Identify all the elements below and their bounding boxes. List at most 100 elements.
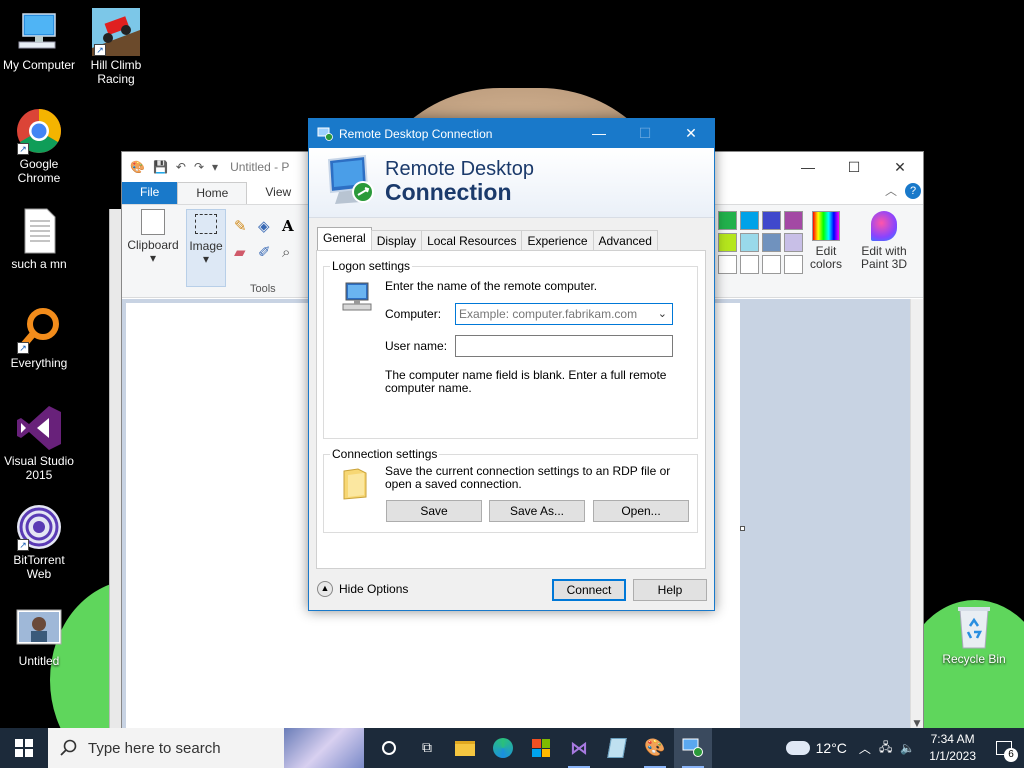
rdc-titlebar[interactable]: Remote Desktop Connection — ☐ ✕ — [309, 119, 714, 148]
desktop-icon-google-chrome[interactable]: ↗ Google Chrome — [1, 107, 77, 185]
save-icon[interactable]: 💾 — [153, 160, 168, 174]
desktop-icon-label: Visual Studio 2015 — [4, 454, 74, 482]
palette-swatch[interactable] — [784, 255, 803, 274]
help-icon[interactable]: ? — [905, 183, 921, 199]
desktop-icon-label: Recycle Bin — [942, 652, 1006, 666]
tab-local-resources[interactable]: Local Resources — [421, 230, 523, 250]
desktop-icon-recycle-bin[interactable]: Recycle Bin — [936, 602, 1012, 666]
save-as-button[interactable]: Save As... — [489, 500, 585, 522]
desktop-icon-label: Google Chrome — [17, 157, 61, 185]
palette-swatch[interactable] — [718, 211, 737, 230]
show-hidden-icons-icon[interactable]: ︿ — [859, 740, 871, 757]
tab-advanced[interactable]: Advanced — [592, 230, 658, 250]
desktop-icon-bittorrent-web[interactable]: ↗ BitTorrent Web — [1, 503, 77, 581]
clock[interactable]: 7:34 AM 1/1/2023 — [921, 731, 984, 765]
task-view-button-2[interactable]: ⧉ — [408, 728, 446, 768]
fill-icon[interactable]: ◈ — [258, 217, 282, 235]
desktop-icon-everything[interactable]: ↗ Everything — [1, 306, 77, 370]
tab-experience[interactable]: Experience — [521, 230, 594, 250]
desktop-icon-visual-studio-2015[interactable]: Visual Studio 2015 — [1, 404, 77, 482]
task-view-button[interactable] — [370, 728, 408, 768]
text-icon[interactable]: A — [282, 217, 306, 235]
hide-options-toggle[interactable]: ▲ Hide Options — [317, 581, 408, 597]
edge-button[interactable] — [484, 728, 522, 768]
network-icon[interactable]: 🖧 — [879, 738, 892, 759]
minimize-button[interactable]: — — [785, 152, 831, 182]
tab-general[interactable]: General — [317, 227, 372, 250]
tab-display[interactable]: Display — [370, 230, 423, 250]
vertical-scrollbar[interactable]: ▼ — [910, 299, 923, 729]
tab-view[interactable]: View — [247, 182, 309, 204]
color-picker-icon[interactable]: ✐ — [258, 243, 282, 261]
desktop-icon-label: Untitled — [18, 654, 60, 668]
save-button[interactable]: Save — [386, 500, 482, 522]
start-button[interactable] — [0, 728, 48, 768]
palette-swatch[interactable] — [718, 255, 737, 274]
close-button[interactable]: ✕ — [877, 152, 923, 182]
bittorrent-icon: ↗ — [15, 503, 63, 551]
remote-desktop-connection-dialog[interactable]: Remote Desktop Connection — ☐ ✕ Remote D… — [308, 118, 715, 611]
clock-date: 1/1/2023 — [929, 749, 976, 763]
palette-swatch[interactable] — [762, 233, 781, 252]
desktop-icon-untitled[interactable]: Untitled — [1, 604, 77, 668]
pencil-icon[interactable]: ✎ — [234, 217, 258, 235]
weather-cloud-icon[interactable] — [785, 741, 810, 755]
rdc-window-title: Remote Desktop Connection — [339, 126, 493, 141]
weather-temperature[interactable]: 12°C — [816, 740, 847, 756]
palette-swatch[interactable] — [718, 233, 737, 252]
tab-file[interactable]: File — [122, 182, 178, 204]
taskbar-search-box[interactable]: Type here to search — [48, 728, 364, 768]
task-view-icon: ⧉ — [422, 740, 432, 756]
computer-icon — [342, 282, 372, 311]
connect-button[interactable]: Connect — [552, 579, 626, 601]
store-icon — [532, 739, 550, 757]
collapse-ribbon-icon[interactable]: ︿ — [885, 182, 897, 199]
remote-desktop-button[interactable] — [674, 728, 712, 768]
edit-with-paint3d-button[interactable]: Edit with Paint 3D — [856, 211, 912, 271]
username-field[interactable] — [455, 335, 673, 357]
palette-swatch[interactable] — [784, 233, 803, 252]
help-button[interactable]: Help — [633, 579, 707, 601]
palette-swatch[interactable] — [740, 233, 759, 252]
close-button[interactable]: ✕ — [668, 119, 714, 148]
tab-home[interactable]: Home — [177, 182, 248, 204]
eraser-icon[interactable]: ▰ — [234, 243, 258, 261]
computer-combobox[interactable]: Example: computer.fabrikam.com ⌄ — [455, 303, 673, 325]
hill-climb-racing-icon: ↗ — [92, 8, 140, 56]
chevron-down-icon[interactable]: ⌄ — [658, 304, 667, 324]
computer-placeholder: Example: computer.fabrikam.com — [459, 307, 638, 321]
connection-settings-group: Connection settings Save the current con… — [323, 447, 698, 533]
folder-icon — [343, 468, 367, 500]
palette-swatch[interactable] — [762, 255, 781, 274]
minimize-button[interactable]: — — [576, 119, 622, 148]
palette-swatch[interactable] — [740, 211, 759, 230]
volume-icon[interactable]: 🔈 — [900, 741, 915, 755]
edge-icon — [493, 738, 513, 758]
palette-swatch[interactable] — [762, 211, 781, 230]
desktop-icon-my-computer[interactable]: My Computer — [1, 8, 77, 72]
paint-button[interactable]: 🎨 — [636, 728, 674, 768]
palette-swatch[interactable] — [740, 255, 759, 274]
redo-icon[interactable]: ↷ — [194, 160, 204, 174]
image-button[interactable]: Image ▾ — [186, 209, 226, 287]
undo-icon[interactable]: ↶ — [176, 160, 186, 174]
canvas-resize-handle[interactable] — [740, 526, 745, 531]
file-explorer-button[interactable] — [446, 728, 484, 768]
edit-colors-button[interactable]: Edit colors — [806, 211, 846, 271]
palette-swatch[interactable] — [784, 211, 803, 230]
open-button[interactable]: Open... — [593, 500, 689, 522]
desktop-icon-such-a-mn[interactable]: such a mn — [1, 207, 77, 271]
maximize-button[interactable]: ☐ — [831, 152, 877, 182]
store-button[interactable] — [522, 728, 560, 768]
paint-app-icon: 🎨 — [130, 160, 145, 174]
notepad-button[interactable] — [598, 728, 636, 768]
shortcut-arrow-icon: ↗ — [17, 539, 29, 551]
customize-qa-icon[interactable]: ▾ — [212, 160, 218, 174]
magnifier-icon[interactable]: ⌕ — [282, 243, 306, 261]
desktop-icon-hill-climb-racing[interactable]: ↗ Hill Climb Racing — [78, 8, 154, 86]
clipboard-button[interactable]: Clipboard ▾ — [126, 209, 180, 265]
notification-center-button[interactable]: 6 — [984, 728, 1024, 768]
clipboard-icon — [141, 209, 165, 235]
connection-settings-text: Save the current connection settings to … — [385, 464, 671, 491]
visual-studio-button[interactable]: ⋈ — [560, 728, 598, 768]
